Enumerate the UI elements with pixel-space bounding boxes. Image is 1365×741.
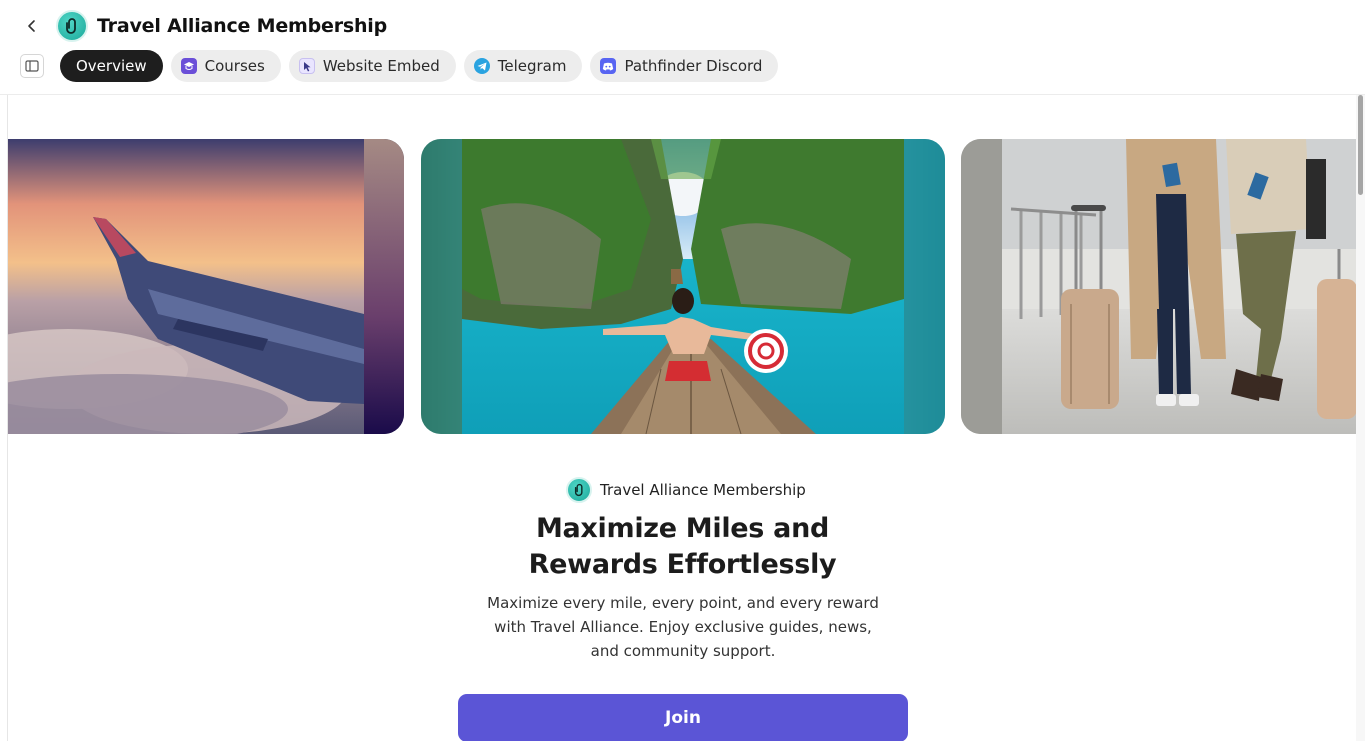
tab-label: Website Embed (322, 57, 440, 75)
tab-label: Overview (76, 57, 147, 75)
main-content: Travel Alliance Membership Maximize Mile… (7, 95, 1356, 741)
scrollbar[interactable] (1356, 95, 1365, 741)
headline-line-2: Rewards Effortlessly (528, 549, 837, 580)
app-title: Travel Alliance Membership (97, 15, 388, 37)
chevron-left-icon (28, 20, 35, 32)
tab-label: Pathfinder Discord (624, 57, 763, 75)
paperclip-logo-icon (574, 483, 583, 497)
graduation-cap-icon (180, 58, 197, 74)
sidebar-panel-icon (25, 60, 39, 72)
back-button[interactable] (20, 14, 44, 38)
brand-logo (566, 477, 592, 503)
join-button[interactable]: Join (458, 694, 908, 741)
tab-label: Telegram (497, 57, 567, 75)
brand-row: Travel Alliance Membership (566, 477, 806, 503)
cursor-window-icon (298, 58, 315, 74)
headline-line-1: Maximize Miles and (535, 513, 830, 544)
sidebar-toggle-button[interactable] (20, 54, 44, 78)
app-logo[interactable] (56, 10, 88, 42)
discord-icon (600, 58, 617, 74)
page-description: Maximize every mile, every point, and ev… (487, 594, 879, 660)
tab-label: Courses (204, 57, 265, 75)
tab-website-embed[interactable]: Website Embed (288, 50, 456, 82)
paperclip-logo-icon (66, 18, 76, 34)
top-bar: Travel Alliance Membership Overview Cour… (0, 0, 1365, 95)
tab-pathfinder-discord[interactable]: Pathfinder Discord (590, 50, 779, 82)
scrollbar-thumb[interactable] (1358, 95, 1363, 195)
telegram-icon (473, 58, 490, 74)
tab-telegram[interactable]: Telegram (463, 50, 583, 82)
carousel-image-lagoon-boat[interactable] (421, 139, 945, 434)
carousel-image-airplane-wing[interactable] (8, 139, 404, 434)
tab-bar: Overview Courses Website Embed Telegram … (60, 50, 779, 82)
carousel-image-travelers-luggage[interactable] (961, 139, 1356, 434)
tab-overview[interactable]: Overview (60, 50, 163, 82)
page-headline: Maximize Miles and Rewards Effortlessly (8, 511, 1356, 583)
tab-courses[interactable]: Courses (170, 50, 281, 82)
brand-name: Travel Alliance Membership (600, 481, 806, 499)
